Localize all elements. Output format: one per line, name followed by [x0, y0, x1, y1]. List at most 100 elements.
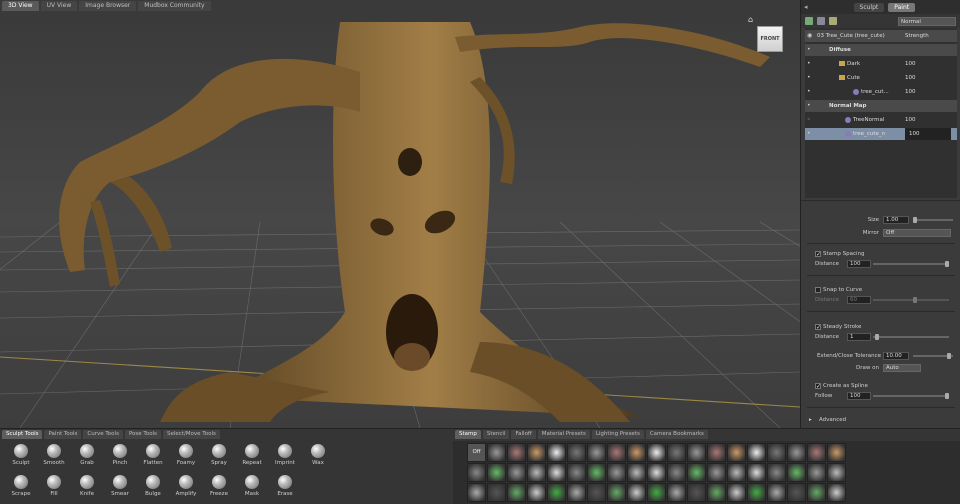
stamp-thumbnail[interactable]: [787, 483, 806, 502]
tool-sculpt[interactable]: Sculpt: [4, 443, 38, 471]
tab-material-presets[interactable]: Material Presets: [537, 430, 590, 439]
stamp-thumbnail[interactable]: [527, 443, 546, 462]
tool-fill[interactable]: Fill: [37, 474, 71, 502]
stamp-thumbnail[interactable]: [587, 443, 606, 462]
3d-viewport[interactable]: ⌂ FRONT: [0, 12, 800, 428]
tab-mudbox-community[interactable]: Mudbox Community: [138, 1, 211, 11]
tab-camera-bookmarks[interactable]: Camera Bookmarks: [645, 430, 708, 439]
layer-row[interactable]: • Cute 100: [805, 72, 957, 84]
tab-falloff[interactable]: Falloff: [511, 430, 536, 439]
stamp-thumbnail[interactable]: [667, 463, 686, 482]
tab-stamp[interactable]: Stamp: [455, 430, 481, 439]
stamp-thumbnail[interactable]: [747, 483, 766, 502]
eye-icon[interactable]: •: [807, 74, 815, 82]
stamp-thumbnail[interactable]: [707, 443, 726, 462]
tool-smooth[interactable]: Smooth: [37, 443, 71, 471]
eye-icon[interactable]: •: [807, 60, 815, 68]
stamp-thumbnail[interactable]: [667, 443, 686, 462]
stamp-off[interactable]: Off: [467, 443, 486, 462]
layer-row[interactable]: ◦ TreeNormal 100: [805, 114, 957, 126]
draw-on-select[interactable]: Auto: [883, 364, 921, 372]
stamp-thumbnail[interactable]: [607, 463, 626, 482]
snap-distance-slider[interactable]: [873, 299, 949, 301]
tab-pose-tools[interactable]: Pose Tools: [124, 430, 161, 439]
stamp-thumbnail[interactable]: [467, 463, 486, 482]
stamp-thumbnail[interactable]: [647, 463, 666, 482]
layer-row-selected[interactable]: • tree_cute_n 100: [805, 128, 957, 140]
stamp-thumbnail[interactable]: [487, 483, 506, 502]
follow-field[interactable]: 100: [847, 392, 871, 400]
stamp-thumbnail[interactable]: [767, 443, 786, 462]
eye-icon[interactable]: •: [807, 88, 815, 96]
tool-scrape[interactable]: Scrape: [4, 474, 38, 502]
stamp-thumbnail[interactable]: [547, 463, 566, 482]
stamp-thumbnail[interactable]: [607, 443, 626, 462]
stamp-thumbnail[interactable]: [487, 463, 506, 482]
size-field[interactable]: 1.00: [883, 216, 909, 224]
stamp-thumbnail[interactable]: [587, 483, 606, 502]
new-layer-icon[interactable]: [805, 17, 813, 25]
size-slider-knob[interactable]: [913, 217, 917, 223]
tool-knife[interactable]: Knife: [70, 474, 104, 502]
stamp-thumbnail[interactable]: [547, 443, 566, 462]
stamp-thumbnail[interactable]: [827, 483, 846, 502]
tool-flatten[interactable]: Flatten: [136, 443, 170, 471]
tab-curve-tools[interactable]: Curve Tools: [83, 430, 123, 439]
stamp-thumbnail[interactable]: [807, 443, 826, 462]
tab-paint[interactable]: Paint: [888, 2, 916, 12]
tool-freeze[interactable]: Freeze: [202, 474, 236, 502]
stamp-thumbnail[interactable]: [627, 443, 646, 462]
tool-imprint[interactable]: Imprint: [268, 443, 302, 471]
advanced-expand-icon[interactable]: ▸: [809, 415, 812, 425]
tool-grab[interactable]: Grab: [70, 443, 104, 471]
snap-distance-knob[interactable]: [913, 297, 917, 303]
tab-paint-tools[interactable]: Paint Tools: [44, 430, 82, 439]
distance-slider-knob[interactable]: [945, 261, 949, 267]
stamp-thumbnail[interactable]: [787, 463, 806, 482]
layer-row[interactable]: • Normal Map: [805, 100, 957, 112]
tool-smear[interactable]: Smear: [103, 474, 137, 502]
stamp-thumbnail[interactable]: [687, 483, 706, 502]
eye-icon[interactable]: •: [807, 46, 815, 54]
layer-row[interactable]: ◉ 03 Tree_Cute (tree_cute) Strength: [805, 30, 957, 42]
layer-options-icon[interactable]: [817, 17, 825, 25]
extend-tolerance-knob[interactable]: [947, 353, 951, 359]
distance-slider[interactable]: [873, 263, 949, 265]
tab-sculpt[interactable]: Sculpt: [853, 2, 885, 12]
tool-bulge[interactable]: Bulge: [136, 474, 170, 502]
eye-icon[interactable]: •: [807, 102, 815, 110]
steady-stroke-checkbox[interactable]: ✓: [815, 324, 821, 331]
stamp-thumbnail[interactable]: [787, 443, 806, 462]
extend-tolerance-field[interactable]: 10.00: [883, 352, 909, 360]
tool-erase[interactable]: Erase: [268, 474, 302, 502]
steady-distance-knob[interactable]: [875, 334, 879, 340]
stamp-thumbnail[interactable]: [687, 443, 706, 462]
stamp-thumbnail[interactable]: [567, 443, 586, 462]
stamp-thumbnail[interactable]: [507, 443, 526, 462]
layer-folder-icon[interactable]: [829, 17, 837, 25]
tab-sculpt-tools[interactable]: Sculpt Tools: [2, 430, 43, 439]
tab-uv-view[interactable]: UV View: [40, 1, 78, 11]
stamp-thumbnail[interactable]: [747, 463, 766, 482]
tool-amplify[interactable]: Amplify: [169, 474, 203, 502]
stamp-thumbnail[interactable]: [767, 483, 786, 502]
stamp-thumbnail[interactable]: [747, 443, 766, 462]
stamp-thumbnail[interactable]: [767, 463, 786, 482]
stamp-thumbnail[interactable]: [627, 463, 646, 482]
stamp-thumbnail[interactable]: [827, 463, 846, 482]
stamp-thumbnail[interactable]: [567, 463, 586, 482]
mirror-select[interactable]: Off: [883, 229, 951, 237]
follow-slider-knob[interactable]: [945, 393, 949, 399]
stamp-thumbnail[interactable]: [507, 483, 526, 502]
steady-distance-slider[interactable]: [873, 336, 949, 338]
stamp-thumbnail[interactable]: [507, 463, 526, 482]
advanced-section[interactable]: Advanced: [819, 415, 846, 425]
stamp-thumbnail[interactable]: [607, 483, 626, 502]
stamp-thumbnail[interactable]: [587, 463, 606, 482]
stamp-thumbnail[interactable]: [627, 483, 646, 502]
eye-icon[interactable]: •: [807, 130, 815, 138]
stamp-spacing-checkbox[interactable]: ✓: [815, 251, 821, 258]
blend-mode-select[interactable]: Normal: [898, 16, 956, 26]
tab-image-browser[interactable]: Image Browser: [79, 1, 137, 11]
follow-slider[interactable]: [873, 395, 949, 397]
